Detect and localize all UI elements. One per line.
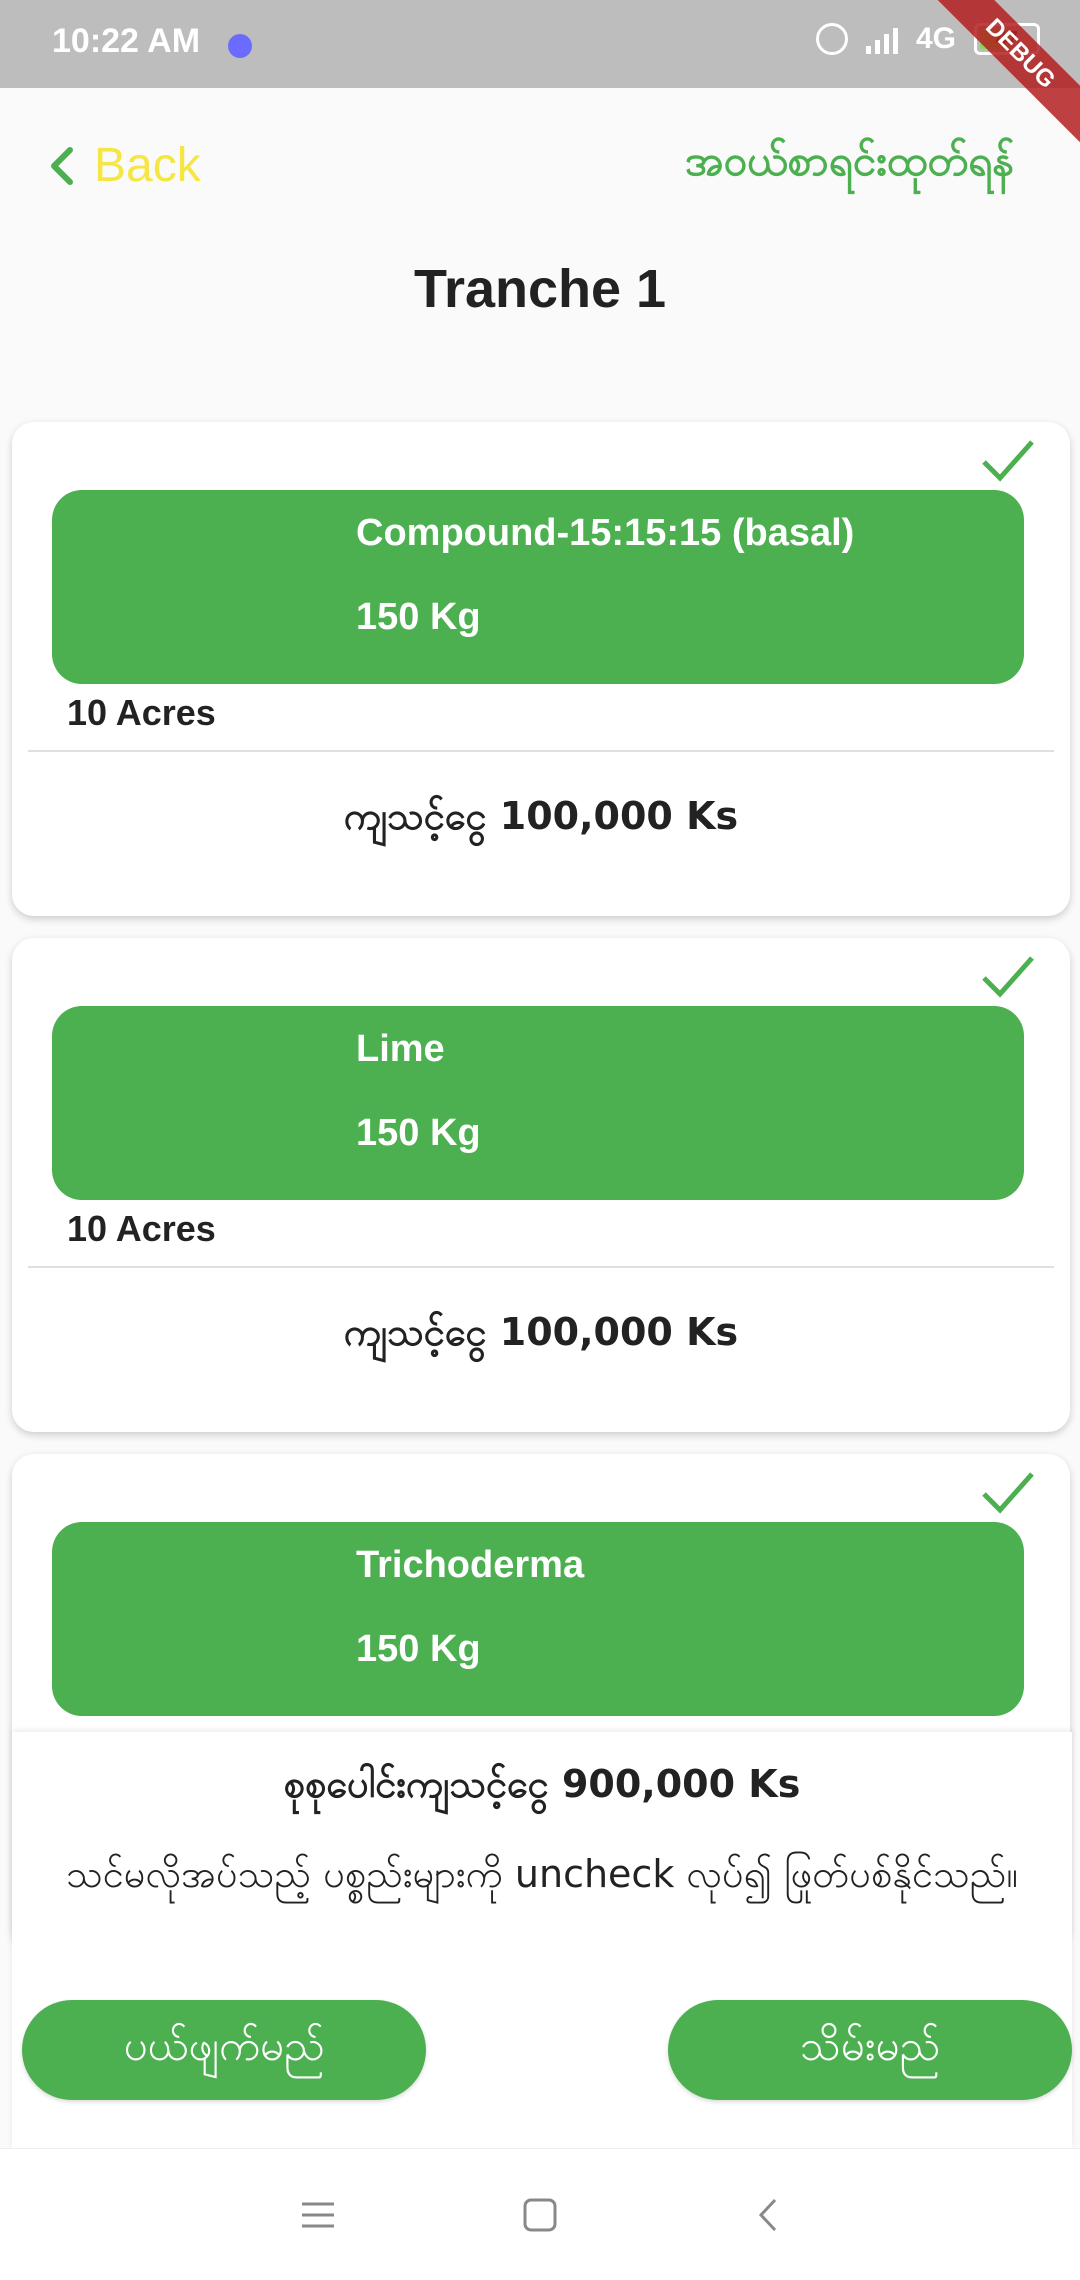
total-price: စုစုပေါင်းကျသင့်ငွေ 900,000 Ks — [283, 1762, 801, 1806]
item-name: Compound-15:15:15 (basal) — [356, 512, 855, 554]
menu-icon[interactable] — [296, 2193, 340, 2237]
item-name: Lime — [356, 1028, 445, 1070]
check-icon[interactable] — [980, 1468, 1036, 1516]
export-list-button[interactable]: အဝယ်စာရင်းထုတ်ရန် — [685, 134, 1014, 196]
home-icon[interactable] — [518, 2193, 562, 2237]
divider — [28, 1266, 1054, 1268]
item-price: ကျသင့်ငွေ 100,000 Ks — [343, 1310, 739, 1354]
signal-icon — [865, 24, 898, 54]
status-time: 10:22 AM — [52, 22, 201, 60]
network-type: 4G — [915, 22, 956, 55]
check-icon[interactable] — [980, 436, 1036, 484]
chevron-left-icon — [51, 146, 73, 185]
item-quantity: 150 Kg — [356, 1112, 481, 1154]
summary-sheet: စုစုပေါင်းကျသင့်ငွေ 900,000 Ks သင်မလိုအပ… — [12, 1732, 1072, 2148]
item-area: 10 Acres — [67, 692, 216, 733]
check-icon[interactable] — [980, 952, 1036, 1000]
notification-icon — [228, 34, 252, 58]
item-area: 10 Acres — [67, 1208, 216, 1249]
system-nav-bar — [0, 2148, 1080, 2280]
save-button[interactable]: သိမ်းမည် — [668, 2000, 1072, 2100]
item-price: ကျသင့်ငွေ 100,000 Ks — [343, 794, 739, 838]
status-bar: 10:22 AM 4G 47 DEBUG — [0, 0, 1080, 153]
back-button[interactable]: Back — [48, 138, 201, 193]
cancel-button[interactable]: ပယ်ဖျက်မည် — [22, 2000, 426, 2100]
item-pill: Compound-15:15:15 (basal) 150 Kg — [52, 490, 1024, 684]
item-quantity: 150 Kg — [356, 1628, 481, 1670]
nav-back-icon[interactable] — [746, 2193, 790, 2237]
back-label: Back — [94, 139, 201, 192]
item-card: Compound-15:15:15 (basal) 150 Kg 10 Acre… — [12, 422, 1070, 916]
item-pill: Trichoderma 150 Kg — [52, 1522, 1024, 1716]
item-pill: Lime 150 Kg — [52, 1006, 1024, 1200]
divider — [28, 750, 1054, 752]
uncheck-note: သင်မလိုအပ်သည့် ပစ္စည်းများကို uncheck လု… — [65, 1852, 1019, 1896]
item-quantity: 150 Kg — [356, 596, 481, 638]
alarm-icon — [815, 23, 848, 55]
item-name: Trichoderma — [356, 1544, 585, 1586]
item-card: Lime 150 Kg 10 Acres ကျသင့်ငွေ 100,000 K… — [12, 938, 1070, 1432]
page-title: Tranche 1 — [413, 259, 667, 319]
